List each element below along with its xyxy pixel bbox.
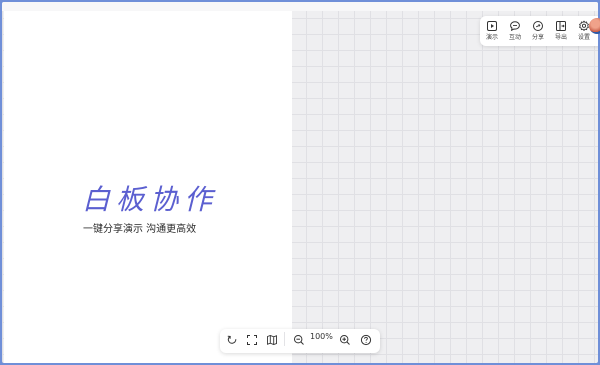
map-icon[interactable] xyxy=(266,334,278,346)
settings-label: 设置 xyxy=(577,34,590,41)
avatar[interactable] xyxy=(589,18,600,34)
share-label: 分享 xyxy=(531,34,544,41)
hero-subtitle: 一键分享演示 沟通更高效 xyxy=(83,224,197,235)
export-label: 导出 xyxy=(554,34,567,41)
present-icon xyxy=(487,21,497,31)
undo-icon[interactable] xyxy=(226,334,238,346)
export-icon xyxy=(556,21,566,31)
help-icon[interactable] xyxy=(360,334,372,346)
welcome-panel: 白板协作 一键分享演示 沟通更高效 xyxy=(4,11,292,363)
whiteboard-canvas[interactable]: 白板协作 一键分享演示 沟通更高效 演示 互动 分享 导出 设置 xyxy=(2,2,598,363)
interact-button[interactable]: 互动 xyxy=(505,20,525,42)
zoom-in-icon[interactable] xyxy=(339,334,351,346)
present-label: 演示 xyxy=(485,34,498,41)
zoom-level: 100% xyxy=(310,332,333,341)
hero-title: 白板协作 xyxy=(82,183,219,216)
fit-screen-icon[interactable] xyxy=(246,334,258,346)
share-icon xyxy=(533,21,543,31)
interact-label: 互动 xyxy=(508,34,521,41)
zoom-out-icon[interactable] xyxy=(293,334,305,346)
top-toolbar: 演示 互动 分享 导出 设置 xyxy=(480,16,598,46)
chat-icon xyxy=(510,21,520,32)
export-button[interactable]: 导出 xyxy=(551,20,571,42)
top-strip xyxy=(2,2,598,11)
toolbar-divider xyxy=(284,332,285,346)
present-button[interactable]: 演示 xyxy=(482,20,502,42)
share-button[interactable]: 分享 xyxy=(528,20,548,42)
